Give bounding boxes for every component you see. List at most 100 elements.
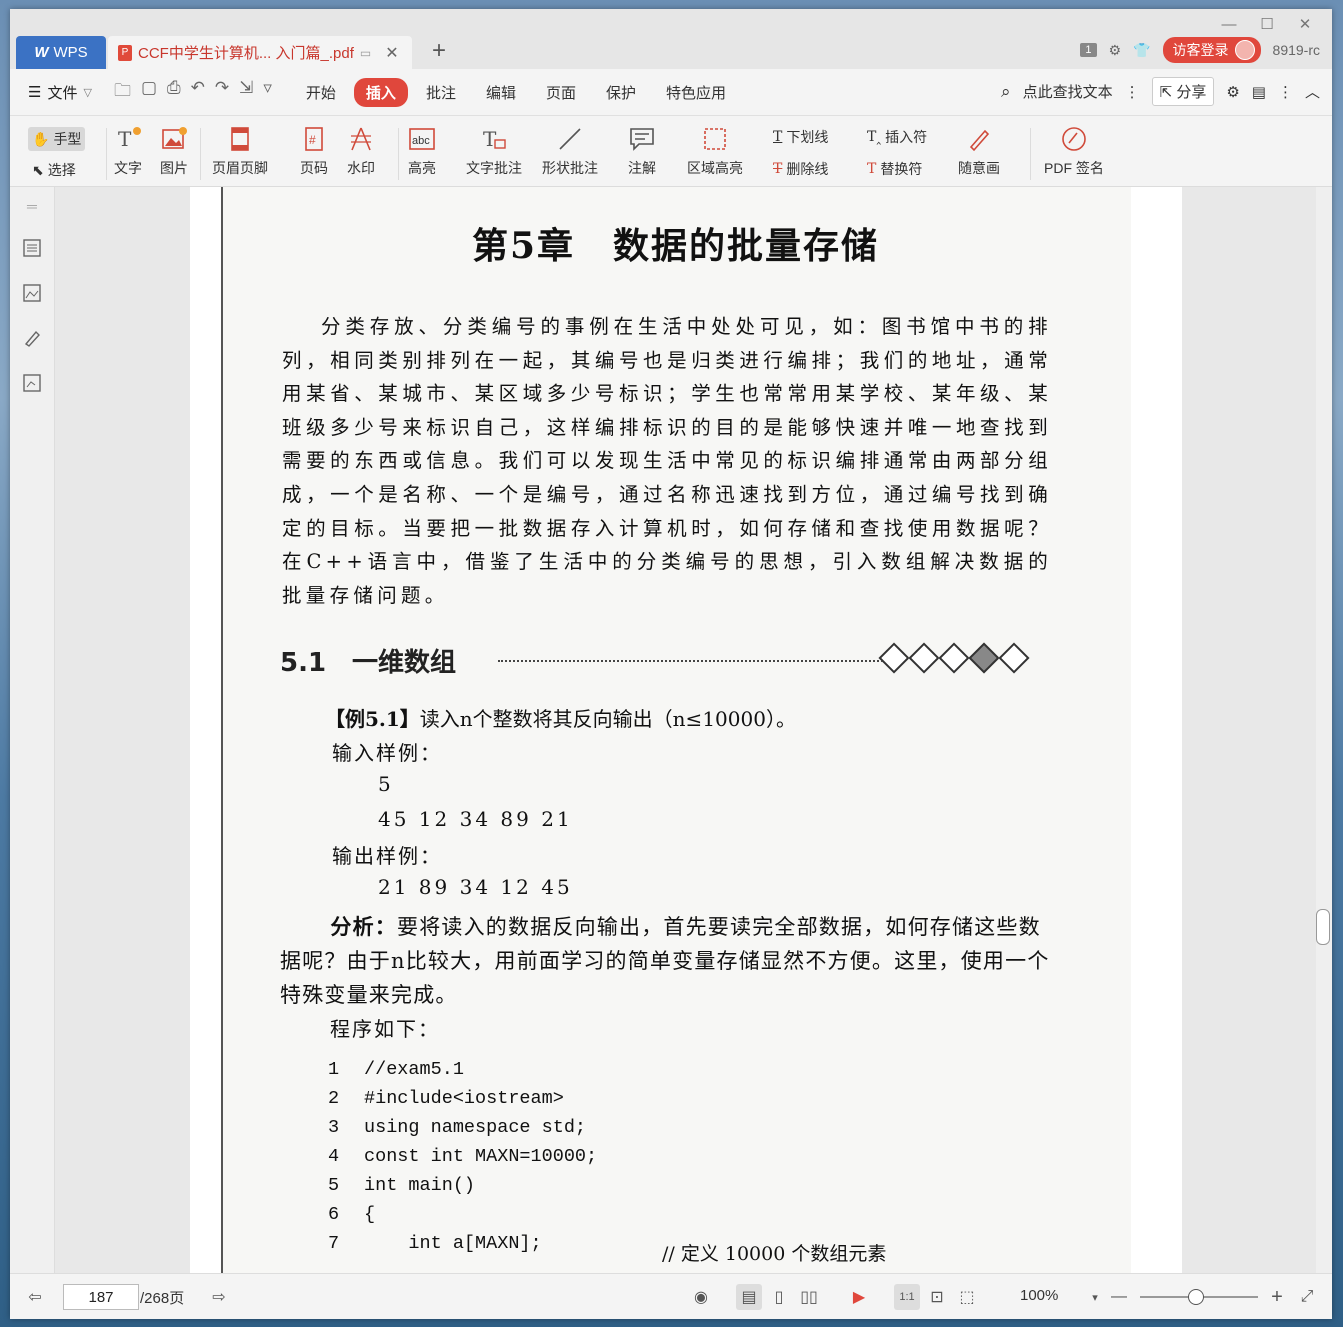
zoom-value[interactable]: 100% [1020, 1287, 1058, 1304]
next-page-icon[interactable]: ⇨ [206, 1284, 232, 1310]
zoom-in-icon[interactable]: + [1264, 1284, 1290, 1310]
pen-icon [966, 126, 992, 152]
code-line: 6{ [328, 1204, 597, 1233]
drag-handle-icon[interactable]: ═ [21, 195, 43, 217]
annotation-list-icon[interactable] [21, 327, 43, 349]
print-icon[interactable]: ⎙ [167, 78, 181, 107]
tab-close-icon[interactable]: ✕ [385, 43, 398, 63]
login-button[interactable]: 访客登录 [1162, 37, 1261, 63]
search-icon[interactable]: ⌕ [1001, 82, 1011, 102]
strikethrough-label: 删除线 [786, 161, 829, 177]
tab-wps-home[interactable]: W WPS [16, 36, 106, 69]
more-chevron-icon[interactable]: ▿ [263, 78, 272, 107]
actual-size-icon[interactable]: 1:1 [894, 1284, 920, 1310]
cursor-icon: ⬉ [32, 161, 44, 178]
text-note-icon: T [481, 126, 507, 152]
code-comment: // 定义 10000 个数组元素 [662, 1243, 887, 1265]
export-icon[interactable]: ⇲ [239, 78, 253, 107]
text-tool-button[interactable]: T 文字 [114, 126, 142, 178]
strikethrough-button[interactable]: T 删除线 [773, 159, 828, 179]
document-viewport[interactable]: 第5章 数据的批量存储 分类存放、分类编号的事例在生活中处处可见，如：图书馆中书… [55, 187, 1332, 1273]
text-note-button[interactable]: T 文字批注 [466, 126, 522, 178]
page-number-button[interactable]: # 页码 [300, 126, 328, 178]
freehand-button[interactable]: 随意画 [958, 126, 1000, 178]
fit-width-icon[interactable]: ⬚ [954, 1284, 980, 1310]
settings-icon[interactable]: ⚙ [1226, 83, 1239, 101]
hand-tool-button[interactable]: ✋ 手型 [28, 127, 86, 151]
chapter-title: 第5章 数据的批量存储 [472, 225, 880, 267]
eye-icon[interactable]: ◉ [688, 1284, 714, 1310]
hand-label: 手型 [53, 131, 82, 147]
close-button[interactable]: ✕ [1286, 13, 1324, 35]
select-tool-button[interactable]: ⬉ 选择 [32, 160, 76, 180]
fullscreen-icon[interactable]: ⤢ [1294, 1284, 1320, 1310]
text-label: 文字 [114, 160, 142, 176]
image-icon [161, 126, 187, 152]
prev-page-icon[interactable]: ⇦ [22, 1284, 48, 1310]
minimize-button[interactable]: — [1210, 13, 1248, 35]
watermark-button[interactable]: 水印 [347, 126, 375, 178]
divider [106, 128, 107, 180]
zoom-dropdown-icon[interactable]: ▾ [1082, 1284, 1108, 1310]
shirt-icon[interactable]: 👕 [1133, 42, 1150, 59]
zoom-out-icon[interactable]: — [1106, 1284, 1132, 1310]
undo-icon[interactable]: ↶ [191, 78, 205, 107]
export-image-icon[interactable] [21, 372, 43, 394]
line-number: 4 [328, 1146, 340, 1167]
redo-icon[interactable]: ↷ [215, 78, 229, 107]
tab-bar: — ☐ ✕ W WPS P CCF中学生计算机... 入门篇_.pdf ▭ ✕ … [10, 9, 1332, 69]
more-vert-icon[interactable]: ⋮ [1125, 83, 1140, 101]
single-page-icon[interactable]: ▯ [766, 1284, 792, 1310]
zoom-slider-knob[interactable] [1188, 1289, 1204, 1305]
comment-icon[interactable]: ▤ [1252, 83, 1266, 101]
more-icon[interactable]: ⋮ [1278, 83, 1293, 101]
user-id: 8919-rc [1272, 42, 1320, 58]
scroll-thumb[interactable] [1316, 909, 1330, 945]
annotation-button[interactable]: 注解 [628, 126, 656, 178]
open-folder-icon[interactable]: 🗀 [114, 78, 131, 107]
play-icon[interactable]: ▶ [846, 1284, 872, 1310]
tab-edit[interactable]: 编辑 [474, 78, 528, 107]
maximize-button[interactable]: ☐ [1248, 13, 1286, 35]
page-number-input[interactable]: 187 [63, 1284, 139, 1310]
outline-icon[interactable] [21, 237, 43, 259]
tab-insert[interactable]: 插入 [353, 77, 408, 107]
fit-page-icon[interactable]: ⊡ [924, 1284, 950, 1310]
save-icon[interactable]: ▢ [141, 78, 157, 107]
two-page-icon[interactable]: ▯▯ [796, 1284, 822, 1310]
code-text: using namespace std; [364, 1117, 587, 1138]
skin-icon[interactable]: ⚙ [1109, 42, 1122, 59]
code-text: { [364, 1204, 376, 1225]
line-number: 3 [328, 1117, 340, 1138]
share-button[interactable]: ⇱ 分享 [1151, 77, 1215, 106]
search-text[interactable]: 点此查找文本 [1023, 81, 1113, 102]
svg-text:abc: abc [412, 135, 430, 147]
code-line: 4 const int MAXN=10000; [328, 1146, 597, 1175]
highlight-button[interactable]: abc 高亮 [408, 126, 436, 178]
window-count-badge[interactable]: 1 [1080, 43, 1097, 57]
area-highlight-button[interactable]: 区域高亮 [687, 126, 743, 178]
code-text: int a[MAXN]; [364, 1233, 542, 1254]
shape-note-button[interactable]: 形状批注 [542, 126, 598, 178]
tab-protect[interactable]: 保护 [594, 78, 648, 107]
area-highlight-label: 区域高亮 [687, 160, 743, 176]
underline-button[interactable]: T 下划线 [773, 127, 828, 147]
header-footer-button[interactable]: 页眉页脚 [212, 126, 268, 178]
tab-page[interactable]: 页面 [534, 78, 588, 107]
collapse-icon[interactable]: ︿ [1305, 81, 1320, 102]
continuous-view-icon[interactable]: ▤ [736, 1284, 762, 1310]
tab-document[interactable]: P CCF中学生计算机... 入门篇_.pdf ▭ ✕ [108, 36, 412, 69]
file-menu[interactable]: ☰ 文件 ▽ [28, 82, 92, 103]
pdf-sign-button[interactable]: PDF 签名 [1044, 126, 1104, 178]
tab-annotate[interactable]: 批注 [414, 78, 468, 107]
vertical-scrollbar[interactable] [1316, 187, 1332, 1273]
image-tool-button[interactable]: 图片 [160, 126, 188, 178]
tab-start[interactable]: 开始 [294, 78, 348, 107]
thumbnail-icon[interactable] [21, 282, 43, 304]
tab-special[interactable]: 特色应用 [654, 78, 738, 107]
replace-mark-button[interactable]: T 替换符 [867, 159, 922, 179]
insert-mark-button[interactable]: T‸ 插入符 [867, 127, 927, 147]
new-tab-button[interactable]: + [432, 37, 446, 65]
input-line-1: 5 [378, 772, 394, 796]
replace-mark-icon: T [867, 161, 877, 177]
